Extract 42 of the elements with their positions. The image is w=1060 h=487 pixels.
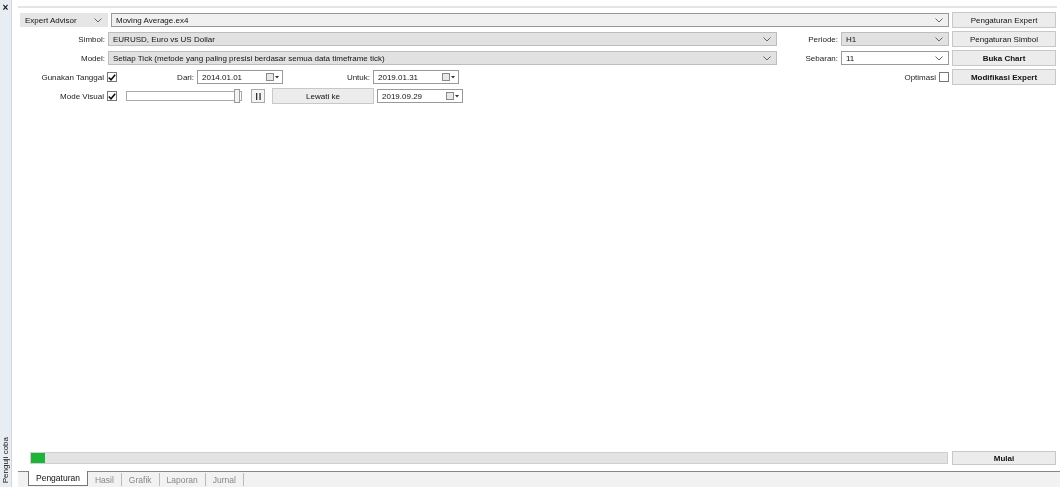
calendar-dropdown-icon[interactable] [446,92,460,100]
spread-dropdown[interactable]: 11 [841,51,949,65]
visual-mode-checkbox[interactable] [107,91,117,101]
use-date-label: Gunakan Tanggal [40,72,104,82]
model-dropdown[interactable]: Setiap Tick (metode yang paling presisi berdasar semua data timeframe tick) [108,51,777,65]
to-date-field[interactable]: 2019.01.31 [373,70,459,84]
symbol-settings-button[interactable]: Pengaturan Simbol [952,31,1056,47]
expert-file-dropdown[interactable]: Moving Average.ex4 [111,13,949,27]
speed-slider-thumb[interactable] [233,89,240,103]
from-label: Dari: [176,72,194,82]
chevron-down-icon [935,55,943,61]
pause-icon [255,92,261,100]
optimization-checkbox[interactable] [939,72,949,82]
calendar-dropdown-icon[interactable] [442,73,456,81]
period-label: Periode: [807,34,838,44]
calendar-dropdown-icon[interactable] [266,73,280,81]
skip-date-field[interactable]: 2019.09.29 [377,89,463,103]
chevron-down-icon [935,17,943,23]
spread-label: Sebaran: [804,53,838,63]
model-label: Model: [80,53,105,63]
chevron-down-icon [763,36,771,42]
open-chart-button[interactable]: Buka Chart [952,50,1056,66]
from-date-field[interactable]: 2014.01.01 [197,70,283,84]
skip-to-button[interactable]: Lewati ke [272,88,374,104]
expert-settings-button[interactable]: Pengaturan Expert [952,12,1056,28]
modify-expert-button[interactable]: Modifikasi Expert [952,69,1056,85]
pause-button[interactable] [251,89,265,103]
chevron-down-icon [94,17,102,23]
type-dropdown[interactable]: Expert Advisor [20,13,108,27]
visual-mode-label: Mode Visual [59,91,104,101]
tab[interactable]: Pengaturan [28,471,88,486]
use-date-checkbox[interactable] [107,72,117,82]
start-button[interactable]: Mulai [952,451,1056,465]
close-button[interactable]: × [2,3,9,13]
symbol-label: Simbol: [77,34,105,44]
optimization-label: Optimasi [904,72,936,82]
symbol-dropdown[interactable]: EURUSD, Euro vs US Dollar [108,32,777,46]
chevron-down-icon [935,36,943,42]
chevron-down-icon [763,55,771,61]
to-label: Untuk: [345,72,370,82]
period-dropdown[interactable]: H1 [841,32,949,46]
panel-title: Penguji coba [1,436,10,483]
